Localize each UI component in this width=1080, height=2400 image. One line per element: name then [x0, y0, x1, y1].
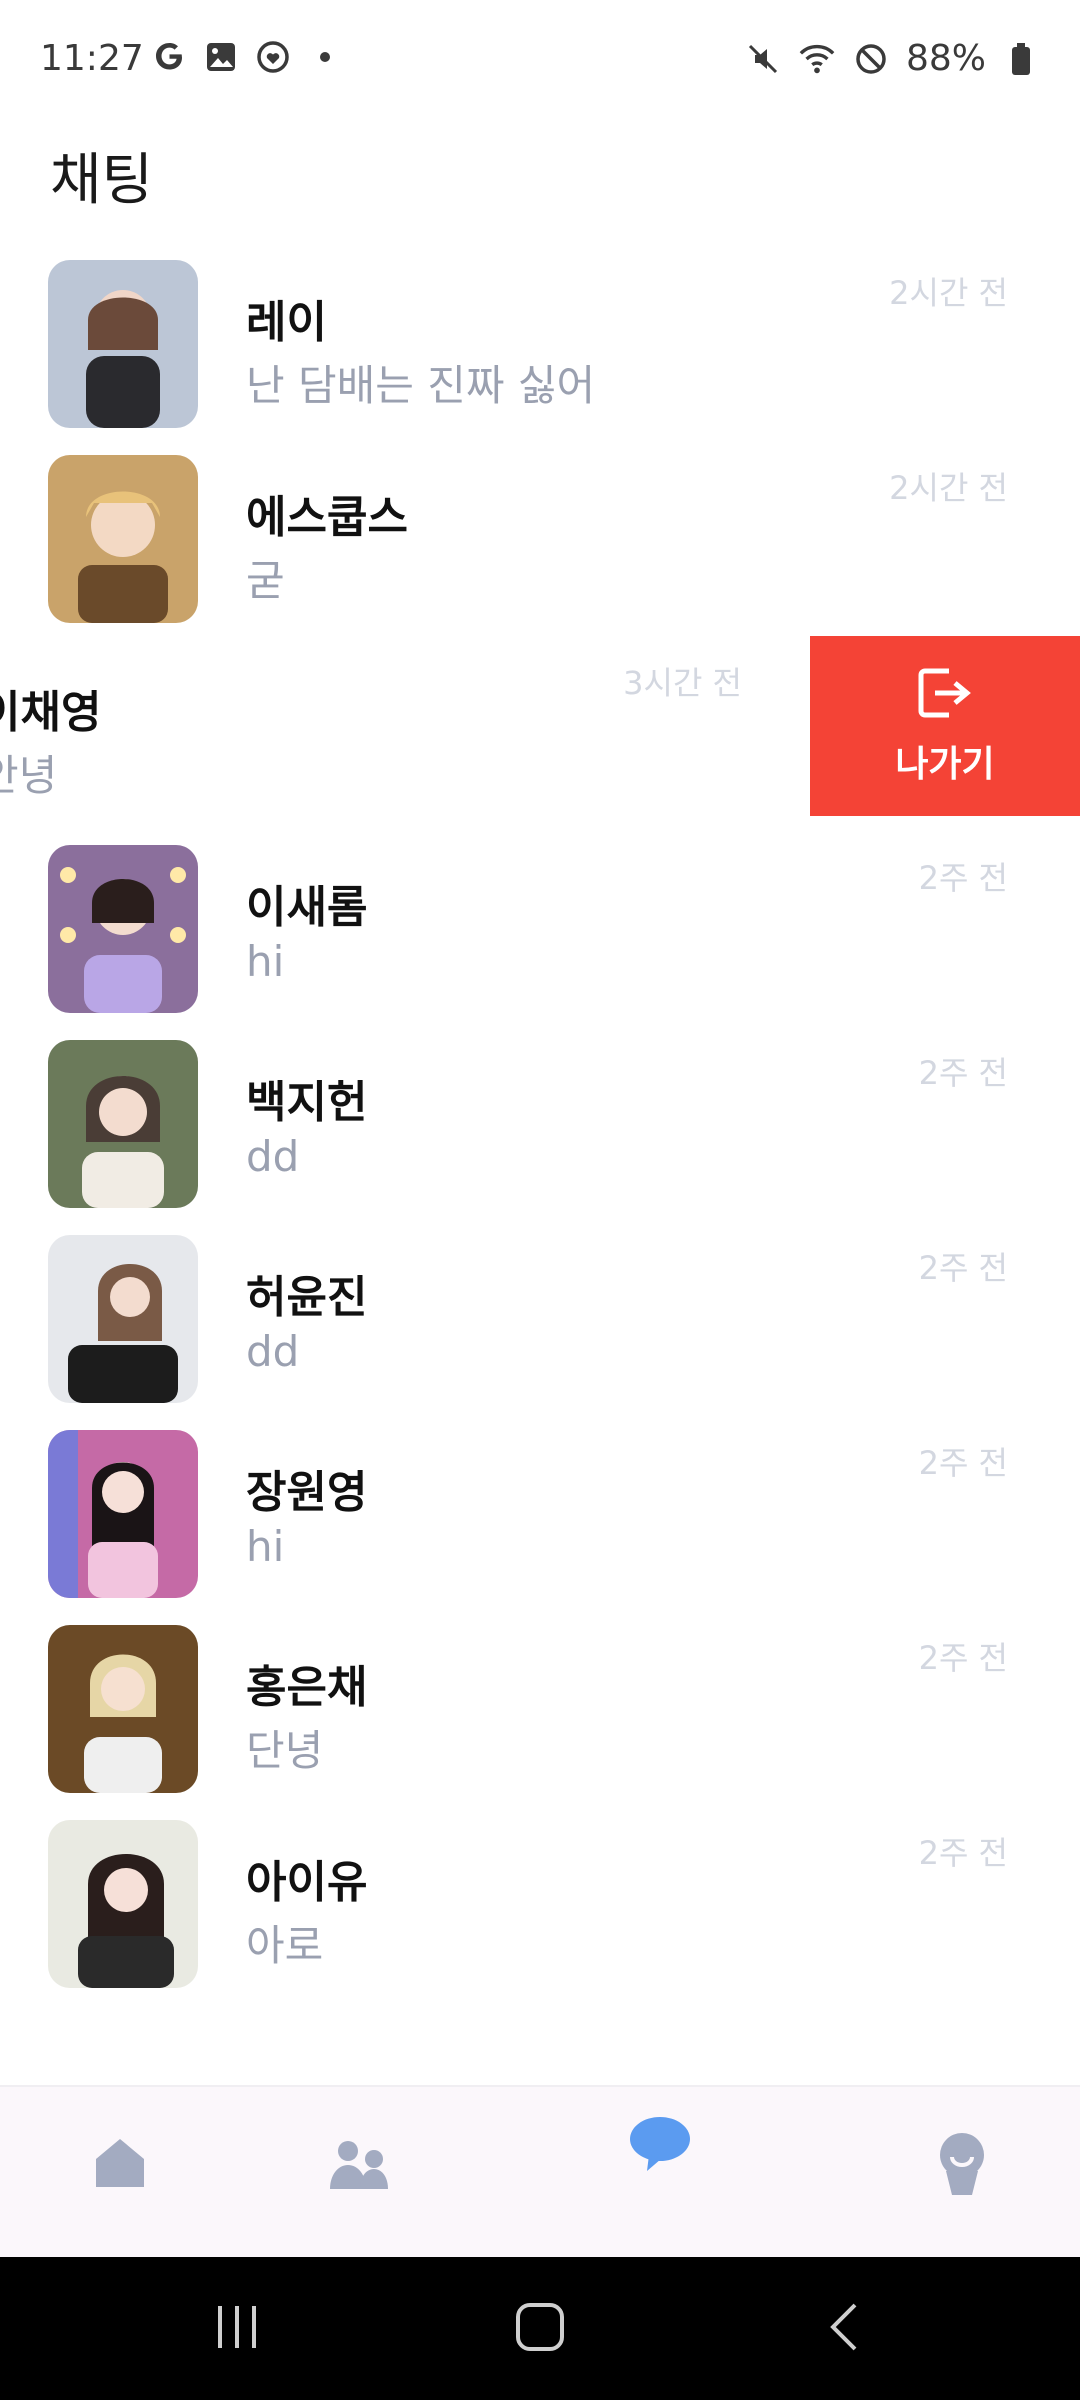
chat-row[interactable]: 백지헌 dd 2주 전	[0, 1040, 1080, 1235]
chat-name: 에스쿱스	[246, 492, 408, 543]
chat-name: 레이	[246, 297, 327, 348]
nav-profile-button[interactable]	[922, 2125, 1002, 2205]
home-button[interactable]	[495, 2297, 585, 2361]
back-button[interactable]	[800, 2297, 890, 2361]
chat-preview: dd	[246, 1327, 300, 1376]
chat-time: 2주 전	[918, 1444, 1008, 1482]
chat-preview: hi	[246, 937, 285, 986]
chat-preview: 단녕	[246, 1726, 324, 1775]
nav-friends-button[interactable]	[320, 2125, 400, 2205]
battery-icon	[1002, 40, 1040, 78]
chat-time: 2주 전	[918, 1054, 1008, 1092]
recent-apps-icon	[212, 2302, 262, 2356]
nav-home-button[interactable]	[80, 2125, 160, 2205]
leave-chat-button[interactable]: 나가기	[810, 636, 1080, 816]
chat-time: 2주 전	[918, 1249, 1008, 1287]
chat-preview: 굳	[246, 556, 285, 605]
page-title: 채팅	[50, 148, 154, 213]
chat-time: 2주 전	[918, 1834, 1008, 1872]
nav-chat-button[interactable]	[620, 2107, 700, 2187]
chat-preview: hi	[246, 1522, 285, 1571]
exit-icon	[915, 665, 975, 725]
status-right-icons: 88%	[744, 38, 1040, 79]
chat-row[interactable]: 에스쿱스 굳 2시간 전	[0, 455, 1080, 650]
chat-name: 백지헌	[246, 1077, 368, 1128]
recent-apps-button[interactable]	[192, 2297, 282, 2361]
status-left-icons	[150, 38, 344, 76]
chat-row[interactable]: 아이유 아로 2주 전	[0, 1820, 1080, 2015]
chat-preview: 아로	[246, 1921, 324, 1970]
back-icon	[825, 2301, 865, 2357]
chat-name: 이새롬	[246, 882, 368, 933]
chat-name: 이채영	[0, 687, 102, 738]
system-nav-bar	[0, 2257, 1080, 2400]
battery-level: 88%	[905, 38, 986, 79]
avatar	[48, 455, 198, 623]
status-bar: 11:27 88%	[0, 0, 1080, 120]
status-time: 11:27	[40, 38, 144, 79]
avatar	[48, 1235, 198, 1403]
chat-preview: 안녕	[0, 751, 58, 800]
dot-icon	[306, 38, 344, 76]
chat-name: 장원영	[246, 1467, 368, 1518]
chat-row-swiped[interactable]: 이채영 안녕 3시간 전 나가기	[0, 636, 1080, 845]
chat-name: 홍은채	[246, 1662, 368, 1713]
chat-time: 2시간 전	[889, 274, 1008, 312]
profile-icon	[934, 2131, 990, 2199]
wifi-icon	[798, 40, 836, 78]
avatar	[48, 1040, 198, 1208]
avatar	[48, 1430, 198, 1598]
google-icon	[150, 38, 188, 76]
avatar	[48, 845, 198, 1013]
chat-time: 2시간 전	[889, 469, 1008, 507]
chat-row[interactable]: 레이 난 담배는 진짜 싫어 2시간 전	[0, 260, 1080, 455]
heart-badge-icon	[254, 38, 292, 76]
avatar	[48, 1820, 198, 1988]
chat-name: 아이유	[246, 1857, 368, 1908]
home-icon	[90, 2133, 150, 2197]
chat-row[interactable]: 홍은채 단녕 2주 전	[0, 1625, 1080, 1820]
friends-icon	[328, 2133, 392, 2197]
chat-row[interactable]: 허윤진 dd 2주 전	[0, 1235, 1080, 1430]
gallery-icon	[202, 38, 240, 76]
mute-icon	[744, 40, 782, 78]
leave-label: 나가기	[895, 744, 995, 785]
chat-name: 허윤진	[246, 1272, 368, 1323]
block-icon	[852, 40, 890, 78]
bottom-nav	[0, 2085, 1080, 2259]
chat-preview: dd	[246, 1132, 300, 1181]
chat-time: 2주 전	[918, 859, 1008, 897]
chat-time: 3시간 전	[623, 664, 742, 702]
chat-row[interactable]: 이새롬 hi 2주 전	[0, 845, 1080, 1040]
home-button-icon	[514, 2301, 566, 2357]
chat-list: 레이 난 담배는 진짜 싫어 2시간 전 에스쿱스 굳 2시간 전 이채영 안녕…	[0, 260, 1080, 2015]
avatar	[48, 260, 198, 428]
chat-time: 2주 전	[918, 1639, 1008, 1677]
chat-icon	[627, 2115, 693, 2179]
chat-row[interactable]: 장원영 hi 2주 전	[0, 1430, 1080, 1625]
chat-preview: 난 담배는 진짜 싫어	[246, 361, 596, 410]
avatar	[48, 1625, 198, 1793]
